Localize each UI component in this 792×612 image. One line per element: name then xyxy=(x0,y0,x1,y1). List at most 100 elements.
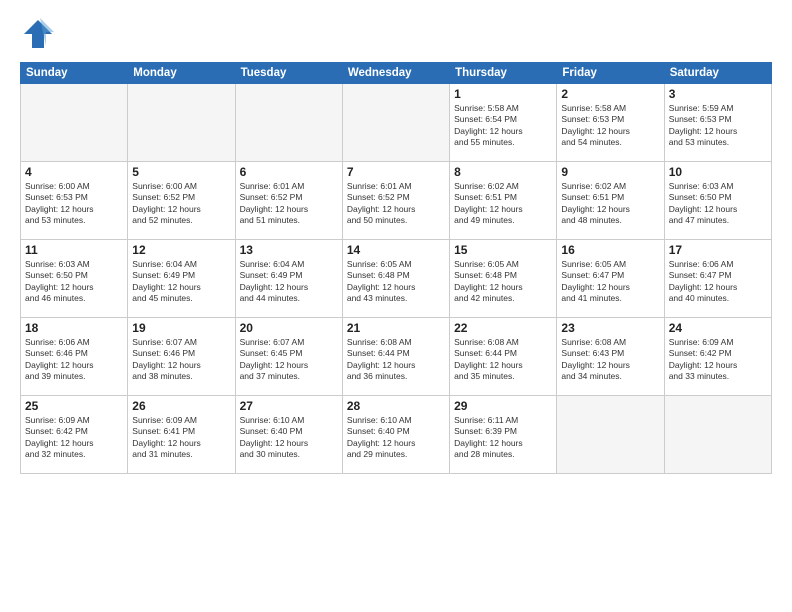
calendar-header-row: SundayMondayTuesdayWednesdayThursdayFrid… xyxy=(21,63,772,84)
day-number: 15 xyxy=(454,243,552,257)
calendar-cell: 5 Sunrise: 6:00 AM Sunset: 6:52 PM Daylig… xyxy=(128,162,235,240)
calendar-cell: 10 Sunrise: 6:03 AM Sunset: 6:50 PM Dayli… xyxy=(664,162,771,240)
calendar-cell: 9 Sunrise: 6:02 AM Sunset: 6:51 PM Daylig… xyxy=(557,162,664,240)
calendar-cell: 22 Sunrise: 6:08 AM Sunset: 6:44 PM Dayli… xyxy=(450,318,557,396)
calendar-cell: 24 Sunrise: 6:09 AM Sunset: 6:42 PM Dayli… xyxy=(664,318,771,396)
day-info: Sunrise: 6:08 AM Sunset: 6:44 PM Dayligh… xyxy=(347,337,445,383)
day-info: Sunrise: 6:00 AM Sunset: 6:53 PM Dayligh… xyxy=(25,181,123,227)
calendar-cell: 11 Sunrise: 6:03 AM Sunset: 6:50 PM Dayli… xyxy=(21,240,128,318)
calendar-week-3: 18Sunrise: 6:06 AM Sunset: 6:46 PM Dayli… xyxy=(21,318,772,396)
day-info: Sunrise: 6:06 AM Sunset: 6:47 PM Dayligh… xyxy=(669,259,767,305)
weekday-header-wednesday: Wednesday xyxy=(342,63,449,84)
calendar-cell: 8 Sunrise: 6:02 AM Sunset: 6:51 PM Daylig… xyxy=(450,162,557,240)
day-info: Sunrise: 6:09 AM Sunset: 6:41 PM Dayligh… xyxy=(132,415,230,461)
day-number: 29 xyxy=(454,399,552,413)
calendar-cell: 20 Sunrise: 6:07 AM Sunset: 6:45 PM Dayli… xyxy=(235,318,342,396)
calendar-cell: 26 Sunrise: 6:09 AM Sunset: 6:41 PM Dayli… xyxy=(128,396,235,474)
calendar-cell: 17 Sunrise: 6:06 AM Sunset: 6:47 PM Dayli… xyxy=(664,240,771,318)
day-number: 11 xyxy=(25,243,123,257)
day-number: 27 xyxy=(240,399,338,413)
calendar-cell xyxy=(664,396,771,474)
day-info: Sunrise: 6:09 AM Sunset: 6:42 PM Dayligh… xyxy=(25,415,123,461)
calendar-week-4: 25 Sunrise: 6:09 AM Sunset: 6:42 PM Dayli… xyxy=(21,396,772,474)
calendar-cell: 25 Sunrise: 6:09 AM Sunset: 6:42 PM Dayli… xyxy=(21,396,128,474)
weekday-header-thursday: Thursday xyxy=(450,63,557,84)
day-number: 19 xyxy=(132,321,230,335)
day-number: 16 xyxy=(561,243,659,257)
calendar-cell: 16 Sunrise: 6:05 AM Sunset: 6:47 PM Dayli… xyxy=(557,240,664,318)
day-number: 28 xyxy=(347,399,445,413)
day-number: 22 xyxy=(454,321,552,335)
calendar-week-0: 1 Sunrise: 5:58 AM Sunset: 6:54 PM Daylig… xyxy=(21,84,772,162)
calendar-cell xyxy=(128,84,235,162)
calendar-cell: 6 Sunrise: 6:01 AM Sunset: 6:52 PM Daylig… xyxy=(235,162,342,240)
day-number: 23 xyxy=(561,321,659,335)
calendar-cell: 15 Sunrise: 6:05 AM Sunset: 6:48 PM Dayli… xyxy=(450,240,557,318)
calendar-week-1: 4 Sunrise: 6:00 AM Sunset: 6:53 PM Daylig… xyxy=(21,162,772,240)
calendar-cell: 1 Sunrise: 5:58 AM Sunset: 6:54 PM Daylig… xyxy=(450,84,557,162)
day-number: 26 xyxy=(132,399,230,413)
day-number: 20 xyxy=(240,321,338,335)
day-info: Sunrise: 6:02 AM Sunset: 6:51 PM Dayligh… xyxy=(454,181,552,227)
header xyxy=(20,16,772,52)
calendar-cell: 3 Sunrise: 5:59 AM Sunset: 6:53 PM Daylig… xyxy=(664,84,771,162)
day-number: 17 xyxy=(669,243,767,257)
page: SundayMondayTuesdayWednesdayThursdayFrid… xyxy=(0,0,792,612)
calendar-cell: 21Sunrise: 6:08 AM Sunset: 6:44 PM Dayli… xyxy=(342,318,449,396)
calendar-cell: 7 Sunrise: 6:01 AM Sunset: 6:52 PM Daylig… xyxy=(342,162,449,240)
day-info: Sunrise: 6:09 AM Sunset: 6:42 PM Dayligh… xyxy=(669,337,767,383)
day-number: 8 xyxy=(454,165,552,179)
day-number: 5 xyxy=(132,165,230,179)
day-info: Sunrise: 6:04 AM Sunset: 6:49 PM Dayligh… xyxy=(132,259,230,305)
day-info: Sunrise: 6:02 AM Sunset: 6:51 PM Dayligh… xyxy=(561,181,659,227)
calendar-cell xyxy=(557,396,664,474)
calendar-cell: 28Sunrise: 6:10 AM Sunset: 6:40 PM Dayli… xyxy=(342,396,449,474)
logo xyxy=(20,16,62,52)
day-info: Sunrise: 5:58 AM Sunset: 6:53 PM Dayligh… xyxy=(561,103,659,149)
day-info: Sunrise: 6:01 AM Sunset: 6:52 PM Dayligh… xyxy=(240,181,338,227)
day-info: Sunrise: 6:11 AM Sunset: 6:39 PM Dayligh… xyxy=(454,415,552,461)
day-info: Sunrise: 6:07 AM Sunset: 6:45 PM Dayligh… xyxy=(240,337,338,383)
day-info: Sunrise: 5:59 AM Sunset: 6:53 PM Dayligh… xyxy=(669,103,767,149)
calendar-cell: 13 Sunrise: 6:04 AM Sunset: 6:49 PM Dayli… xyxy=(235,240,342,318)
logo-icon xyxy=(20,16,56,52)
day-number: 3 xyxy=(669,87,767,101)
calendar-cell xyxy=(235,84,342,162)
day-info: Sunrise: 6:06 AM Sunset: 6:46 PM Dayligh… xyxy=(25,337,123,383)
calendar-cell: 29 Sunrise: 6:11 AM Sunset: 6:39 PM Dayli… xyxy=(450,396,557,474)
day-info: Sunrise: 6:05 AM Sunset: 6:48 PM Dayligh… xyxy=(454,259,552,305)
day-info: Sunrise: 6:00 AM Sunset: 6:52 PM Dayligh… xyxy=(132,181,230,227)
calendar-cell: 12Sunrise: 6:04 AM Sunset: 6:49 PM Dayli… xyxy=(128,240,235,318)
calendar-cell: 18Sunrise: 6:06 AM Sunset: 6:46 PM Dayli… xyxy=(21,318,128,396)
day-number: 1 xyxy=(454,87,552,101)
day-number: 13 xyxy=(240,243,338,257)
calendar-cell: 19 Sunrise: 6:07 AM Sunset: 6:46 PM Dayli… xyxy=(128,318,235,396)
day-number: 2 xyxy=(561,87,659,101)
day-number: 25 xyxy=(25,399,123,413)
calendar-cell: 2 Sunrise: 5:58 AM Sunset: 6:53 PM Daylig… xyxy=(557,84,664,162)
day-info: Sunrise: 6:08 AM Sunset: 6:44 PM Dayligh… xyxy=(454,337,552,383)
day-number: 9 xyxy=(561,165,659,179)
day-number: 24 xyxy=(669,321,767,335)
calendar-cell xyxy=(21,84,128,162)
day-info: Sunrise: 6:01 AM Sunset: 6:52 PM Dayligh… xyxy=(347,181,445,227)
calendar-table: SundayMondayTuesdayWednesdayThursdayFrid… xyxy=(20,62,772,474)
day-number: 14 xyxy=(347,243,445,257)
day-info: Sunrise: 6:07 AM Sunset: 6:46 PM Dayligh… xyxy=(132,337,230,383)
weekday-header-sunday: Sunday xyxy=(21,63,128,84)
day-number: 10 xyxy=(669,165,767,179)
calendar-week-2: 11 Sunrise: 6:03 AM Sunset: 6:50 PM Dayli… xyxy=(21,240,772,318)
weekday-header-monday: Monday xyxy=(128,63,235,84)
day-info: Sunrise: 6:05 AM Sunset: 6:47 PM Dayligh… xyxy=(561,259,659,305)
day-info: Sunrise: 6:04 AM Sunset: 6:49 PM Dayligh… xyxy=(240,259,338,305)
day-info: Sunrise: 5:58 AM Sunset: 6:54 PM Dayligh… xyxy=(454,103,552,149)
day-info: Sunrise: 6:03 AM Sunset: 6:50 PM Dayligh… xyxy=(25,259,123,305)
day-info: Sunrise: 6:03 AM Sunset: 6:50 PM Dayligh… xyxy=(669,181,767,227)
day-info: Sunrise: 6:08 AM Sunset: 6:43 PM Dayligh… xyxy=(561,337,659,383)
day-number: 7 xyxy=(347,165,445,179)
calendar-cell: 14 Sunrise: 6:05 AM Sunset: 6:48 PM Dayli… xyxy=(342,240,449,318)
day-number: 6 xyxy=(240,165,338,179)
day-info: Sunrise: 6:10 AM Sunset: 6:40 PM Dayligh… xyxy=(240,415,338,461)
day-info: Sunrise: 6:05 AM Sunset: 6:48 PM Dayligh… xyxy=(347,259,445,305)
day-number: 4 xyxy=(25,165,123,179)
